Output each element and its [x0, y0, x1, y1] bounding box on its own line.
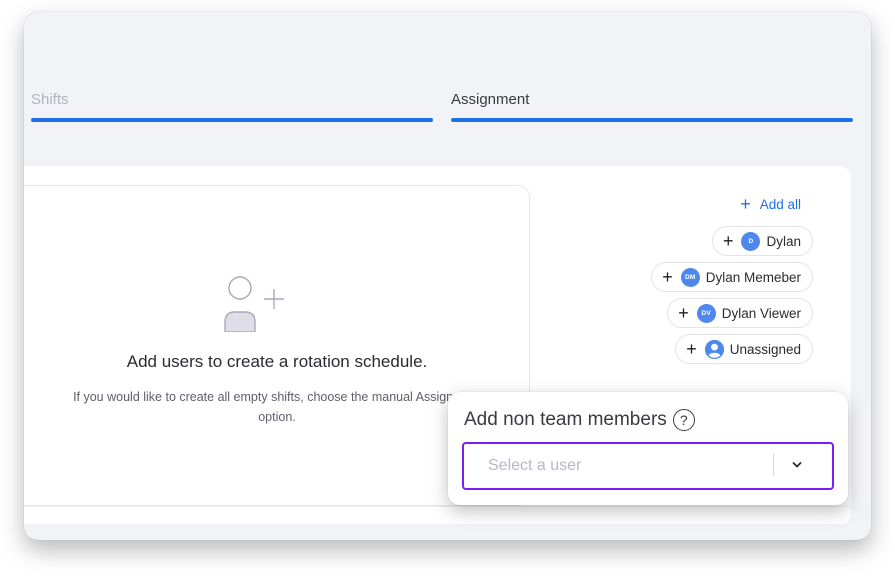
plus-icon: + [722, 231, 734, 251]
popover-title-text: Add non team members [464, 409, 667, 430]
select-user-dropdown[interactable]: Select a user [462, 442, 834, 490]
popover-title: Add non team members ? [464, 409, 695, 431]
add-user-chip[interactable]: + DV Dylan Viewer [667, 298, 813, 328]
add-all-label: Add all [759, 196, 801, 212]
tab-assignment-label: Assignment [451, 91, 530, 108]
app-window: Shifts Assignment + Add all + D Dylan + … [24, 12, 871, 540]
user-name: Dylan Memeber [705, 269, 801, 285]
help-icon[interactable]: ? [672, 409, 695, 431]
add-user-icon [224, 276, 284, 332]
tab-assignment-indicator [451, 118, 853, 122]
plus-icon: + [686, 339, 697, 359]
user-name: Dylan Viewer [721, 305, 801, 321]
plus-icon: + [740, 194, 751, 214]
user-name: Dylan [766, 233, 801, 249]
add-all-button[interactable]: + Add all [740, 195, 801, 213]
empty-state-description: If you would like to create all empty sh… [73, 390, 481, 424]
tab-shifts-indicator [31, 118, 433, 122]
tab-shifts-label: Shifts [31, 91, 69, 108]
add-user-chip[interactable]: + Unassigned [675, 334, 813, 364]
plus-icon: + [678, 303, 689, 323]
user-name: Unassigned [729, 341, 801, 357]
avatar: DV [696, 303, 716, 323]
add-user-chip[interactable]: + DM Dylan Memeber [651, 262, 813, 292]
non-team-members-popover: Add non team members ? Select a user [448, 392, 848, 505]
avatar: D [741, 231, 761, 251]
divider [24, 506, 851, 507]
plus-icon: + [662, 267, 673, 287]
select-placeholder: Select a user [488, 457, 582, 474]
avatar: DM [680, 267, 700, 287]
add-user-chip[interactable]: + D Dylan [711, 226, 813, 256]
empty-state-title: Add users to create a rotation schedule. [126, 352, 428, 371]
person-icon [704, 339, 724, 359]
select-separator [773, 454, 774, 476]
chevron-down-icon[interactable] [789, 457, 805, 473]
